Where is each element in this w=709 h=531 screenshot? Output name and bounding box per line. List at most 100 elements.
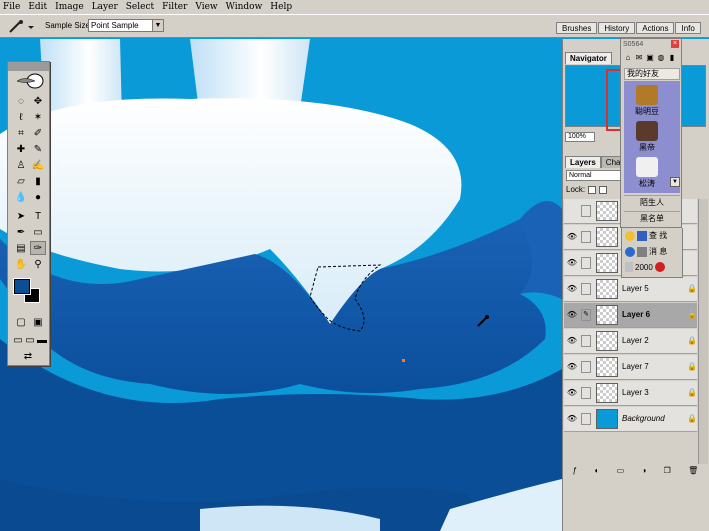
qq-messages-label: 消 息 — [649, 247, 668, 256]
qq-friend-item[interactable]: 松涛 — [624, 157, 670, 189]
layer-set-icon[interactable]: ▭ — [617, 466, 625, 478]
feather-logo-icon[interactable] — [15, 72, 45, 90]
tab-layers[interactable]: Layers — [565, 156, 601, 168]
healing-brush-tool-icon[interactable]: ✚ — [13, 142, 29, 156]
menu-file[interactable]: File — [3, 2, 20, 12]
mask-icon[interactable]: ◐ — [594, 466, 599, 478]
tab-history[interactable]: History — [598, 22, 636, 34]
sample-size-select[interactable]: Point Sample ▼ — [88, 19, 164, 32]
foreground-color-swatch[interactable] — [13, 278, 31, 295]
tab-info[interactable]: Info — [675, 22, 701, 34]
tab-navigator[interactable]: Navigator — [565, 52, 612, 64]
gradient-tool-icon[interactable]: ▮ — [30, 174, 46, 188]
trash-icon[interactable]: ▮ — [667, 53, 677, 63]
layer-style-icon[interactable]: ƒ — [573, 466, 577, 478]
zoom-tool-icon[interactable]: ⚲ — [30, 257, 46, 271]
layer-link-toggle[interactable] — [581, 257, 591, 269]
qq-group-header[interactable]: 我的好友 — [624, 68, 680, 80]
quick-mask-mode-icon[interactable]: ▣ — [30, 315, 46, 329]
move-tool-icon[interactable]: ✥ — [30, 94, 46, 108]
eye-icon[interactable]: 👁 — [566, 232, 578, 242]
navigator-zoom-field[interactable]: 100% — [565, 132, 595, 142]
layer-row-active[interactable]: 👁 ✎ Layer 6 🔒 — [564, 303, 697, 328]
screen-mode-standard-icon[interactable]: ▭ — [12, 333, 24, 347]
eyedropper-tool-preset[interactable] — [6, 19, 34, 35]
scroll-down-icon[interactable]: ▼ — [670, 177, 680, 187]
notes-tool-icon[interactable]: ▤ — [13, 241, 29, 255]
menu-image[interactable]: Image — [55, 2, 84, 12]
shape-tool-icon[interactable]: ▭ — [30, 225, 46, 239]
new-layer-icon[interactable]: ❐ — [664, 466, 671, 478]
menu-filter[interactable]: Filter — [162, 2, 187, 12]
qq-blacklist-group[interactable]: 黑名单 — [624, 211, 680, 224]
menu-select[interactable]: Select — [126, 2, 154, 12]
layer-link-toggle[interactable] — [581, 361, 591, 373]
layer-link-toggle[interactable] — [581, 335, 591, 347]
qq-messages-button[interactable]: 消 息 — [625, 246, 667, 257]
menu-edit[interactable]: Edit — [28, 2, 47, 12]
eye-icon[interactable]: 👁 — [566, 258, 578, 268]
clone-stamp-tool-icon[interactable]: ♙ — [13, 158, 29, 172]
lock-transparency-checkbox[interactable] — [588, 185, 597, 194]
qq-menu-button[interactable]: 2000 — [625, 262, 665, 272]
layer-row-background[interactable]: 👁 Background 🔒 — [564, 407, 697, 432]
home-icon[interactable]: ⌂ — [623, 53, 633, 63]
layer-row[interactable]: 👁 Layer 5 🔒 — [564, 277, 697, 302]
eye-icon[interactable]: 👁 — [566, 284, 578, 294]
layer-link-toggle[interactable] — [581, 413, 591, 425]
qq-friend-item[interactable]: 聪明豆 — [624, 85, 670, 117]
lasso-tool-icon[interactable]: ℓ — [13, 110, 29, 124]
eye-icon[interactable]: 👁 — [566, 310, 578, 320]
layer-link-toggle[interactable] — [581, 283, 591, 295]
menu-window[interactable]: Window — [226, 2, 263, 12]
folder-icon[interactable]: ▣ — [645, 53, 655, 63]
mail-icon[interactable]: ✉ — [634, 53, 644, 63]
blend-mode-select[interactable]: Normal — [566, 170, 628, 181]
document-canvas[interactable] — [0, 39, 562, 531]
history-brush-tool-icon[interactable]: ✍ — [30, 158, 46, 172]
screen-mode-full-icon[interactable]: ▬ — [36, 333, 48, 347]
adjustment-layer-icon[interactable]: ◑ — [642, 466, 647, 478]
tab-actions[interactable]: Actions — [636, 22, 675, 34]
pen-tool-icon[interactable]: ✒ — [13, 225, 29, 239]
trash-icon[interactable]: 🗑 — [688, 466, 698, 478]
close-icon[interactable]: × — [671, 40, 679, 48]
eye-icon[interactable]: 👁 — [566, 336, 578, 346]
eye-icon[interactable]: 👁 — [566, 388, 578, 398]
menu-help[interactable]: Help — [270, 2, 292, 12]
layer-row[interactable]: 👁 Layer 2 🔒 — [564, 329, 697, 354]
qq-friend-item[interactable]: 黑帝 — [624, 121, 670, 153]
layer-link-toggle[interactable] — [581, 231, 591, 243]
layers-scrollbar[interactable] — [698, 199, 708, 464]
eye-icon[interactable]: 👁 — [566, 414, 578, 424]
lock-image-checkbox[interactable] — [599, 185, 608, 194]
eyedropper-tool-icon[interactable]: ✑ — [30, 241, 46, 255]
menu-layer[interactable]: Layer — [92, 2, 118, 12]
menu-view[interactable]: View — [195, 2, 217, 12]
qq-strangers-group[interactable]: 陌生人 — [624, 195, 680, 208]
layer-link-toggle[interactable] — [581, 387, 591, 399]
hand-tool-icon[interactable]: ✋ — [13, 257, 29, 271]
brush-icon[interactable]: ✎ — [581, 309, 591, 321]
brush-tool-icon[interactable]: ✎ — [30, 142, 46, 156]
blur-tool-icon[interactable]: 💧 — [13, 190, 29, 204]
eraser-tool-icon[interactable]: ▱ — [13, 174, 29, 188]
layer-row[interactable]: 👁 Layer 7 🔒 — [564, 355, 697, 380]
screen-mode-full-menu-icon[interactable]: ▭ — [24, 333, 36, 347]
toolbox-header[interactable] — [8, 62, 49, 71]
tab-brushes[interactable]: Brushes — [556, 22, 598, 34]
path-selection-tool-icon[interactable]: ➤ — [13, 209, 29, 223]
globe-icon[interactable]: ◍ — [656, 53, 666, 63]
slice-tool-icon[interactable]: ✐ — [30, 126, 46, 140]
standard-mode-icon[interactable]: ▢ — [13, 315, 29, 329]
layer-link-toggle[interactable] — [581, 205, 591, 217]
magic-wand-tool-icon[interactable]: ✶ — [30, 110, 46, 124]
jump-to-imageready-icon[interactable]: ⇄ — [20, 349, 36, 363]
crop-tool-icon[interactable]: ⌗ — [13, 126, 29, 140]
layer-row[interactable]: 👁 Layer 3 🔒 — [564, 381, 697, 406]
eye-icon[interactable]: 👁 — [566, 362, 578, 372]
marquee-tool-icon[interactable]: ◌ — [13, 94, 29, 108]
dodge-tool-icon[interactable]: ● — [30, 190, 46, 204]
qq-find-button[interactable]: 查 找 — [625, 230, 667, 241]
type-tool-icon[interactable]: T — [30, 209, 46, 223]
